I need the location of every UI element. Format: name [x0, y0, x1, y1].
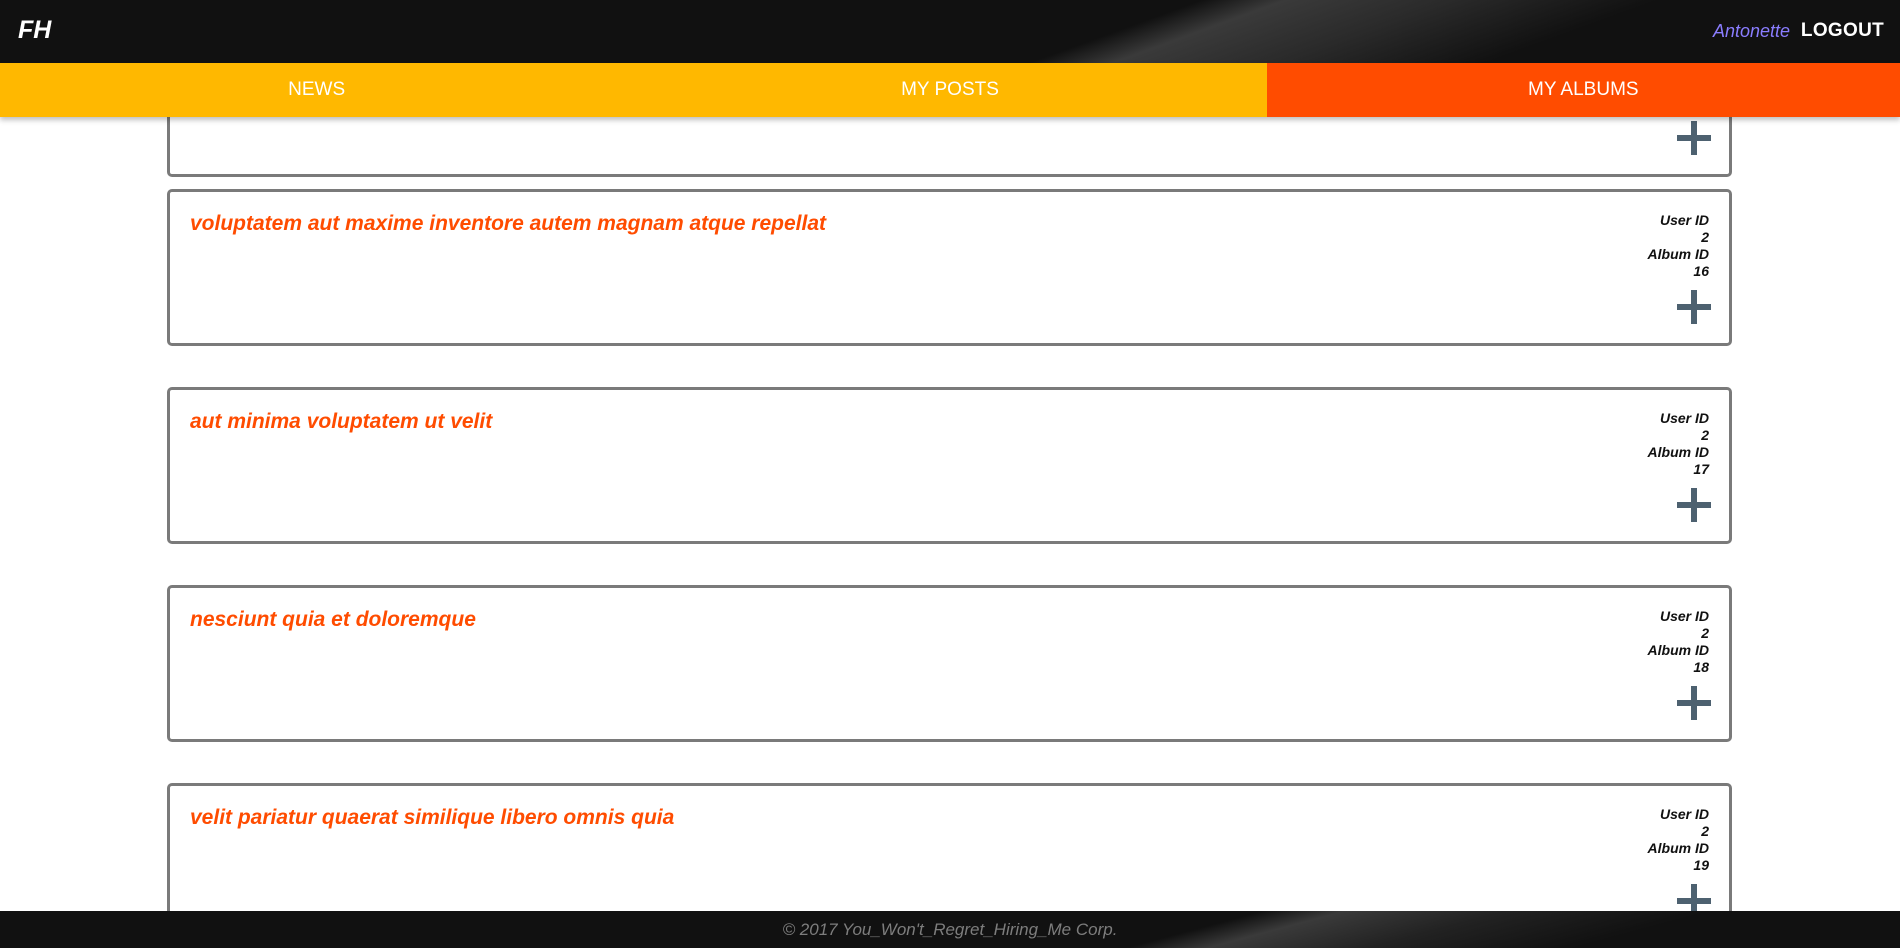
album-id-label: Album ID — [1647, 444, 1709, 460]
user-id-label: User ID — [1659, 410, 1709, 426]
album-card: velit pariatur quaerat similique libero … — [167, 783, 1732, 911]
expand-plus-icon[interactable] — [1677, 290, 1711, 324]
footer: © 2017 You_Won't_Regret_Hiring_Me Corp. — [0, 911, 1900, 948]
album-id-value: 17 — [1693, 461, 1709, 477]
logout-button[interactable]: LOGOUT — [1801, 20, 1884, 42]
tab-news[interactable]: NEWS — [0, 63, 634, 117]
album-card: aut minima voluptatem ut velit User ID 2… — [167, 387, 1732, 544]
expand-plus-icon[interactable] — [1677, 686, 1711, 720]
album-meta: User ID 2 Album ID 17 — [1648, 410, 1709, 478]
album-meta: User ID 2 Album ID 19 — [1648, 806, 1709, 874]
album-id-value: 18 — [1693, 659, 1709, 675]
album-id-value: 19 — [1693, 857, 1709, 873]
app-logo[interactable]: FH — [18, 16, 51, 45]
user-id-label: User ID — [1659, 608, 1709, 624]
tab-my-posts[interactable]: MY POSTS — [633, 63, 1267, 117]
album-title[interactable]: voluptatem aut maxime inventore autem ma… — [190, 212, 826, 236]
album-title[interactable]: aut minima voluptatem ut velit — [190, 410, 492, 434]
user-id-value: 2 — [1701, 823, 1709, 839]
album-meta: User ID 2 Album ID 16 — [1648, 212, 1709, 280]
expand-plus-icon[interactable] — [1677, 488, 1711, 522]
user-id-value: 2 — [1701, 229, 1709, 245]
album-meta: User ID 2 Album ID 18 — [1648, 608, 1709, 676]
album-card — [167, 117, 1732, 177]
album-list[interactable]: voluptatem aut maxime inventore autem ma… — [0, 117, 1900, 911]
album-id-label: Album ID — [1647, 840, 1709, 856]
user-id-value: 2 — [1701, 427, 1709, 443]
album-title[interactable]: nesciunt quia et doloremque — [190, 608, 476, 632]
album-card: nesciunt quia et doloremque User ID 2 Al… — [167, 585, 1732, 742]
album-id-value: 16 — [1693, 263, 1709, 279]
album-id-label: Album ID — [1647, 246, 1709, 262]
user-id-value: 2 — [1701, 625, 1709, 641]
main-nav: NEWS MY POSTS MY ALBUMS — [0, 63, 1900, 117]
album-title[interactable]: velit pariatur quaerat similique libero … — [190, 806, 674, 830]
username-link[interactable]: Antonette — [1713, 21, 1790, 42]
album-card: voluptatem aut maxime inventore autem ma… — [167, 189, 1732, 346]
album-id-label: Album ID — [1647, 642, 1709, 658]
user-id-label: User ID — [1659, 212, 1709, 228]
tab-my-albums[interactable]: MY ALBUMS — [1266, 63, 1900, 117]
copyright-text: © 2017 You_Won't_Regret_Hiring_Me Corp. — [782, 919, 1118, 939]
expand-plus-icon[interactable] — [1677, 121, 1711, 155]
expand-plus-icon[interactable] — [1677, 884, 1711, 911]
top-header: FH Antonette LOGOUT — [0, 0, 1900, 63]
user-id-label: User ID — [1659, 806, 1709, 822]
